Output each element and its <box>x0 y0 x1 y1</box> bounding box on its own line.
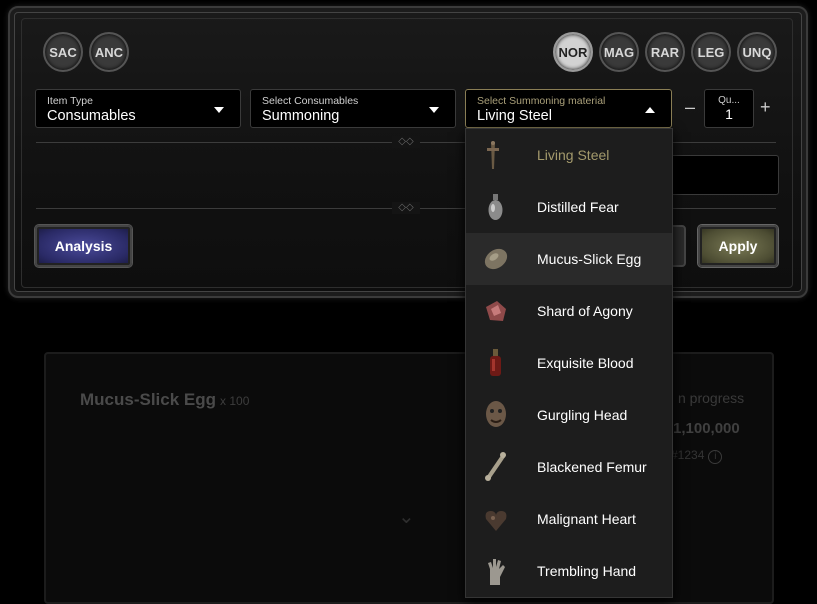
quantity-label: Qu... <box>718 95 740 106</box>
dropdown-option[interactable]: Distilled Fear <box>466 181 672 233</box>
rarity-mag-button[interactable]: MAG <box>599 32 639 72</box>
caret-down-icon <box>429 107 439 113</box>
rarity-anc-button[interactable]: ANC <box>89 32 129 72</box>
malignant-heart-icon <box>485 511 507 531</box>
card-progress: n progress <box>678 390 745 406</box>
mucus-slick-egg-icon <box>484 248 508 270</box>
card-price: 1,100,000 <box>673 420 740 437</box>
material-select[interactable]: Select Summoning material Living Steel <box>465 89 672 128</box>
divider-ornament-icon: ◇◇ <box>392 202 420 214</box>
option-label: Gurgling Head <box>537 407 628 423</box>
trembling-hand-icon <box>488 559 505 585</box>
item-type-value: Consumables <box>47 108 136 124</box>
material-value: Living Steel <box>477 108 552 124</box>
option-label: Shard of Agony <box>537 303 633 319</box>
option-label: Living Steel <box>537 147 610 163</box>
option-label: Blackened Femur <box>537 459 647 475</box>
dropdown-option[interactable]: Living Steel <box>466 129 672 181</box>
option-label: Trembling Hand <box>537 563 637 579</box>
rarity-sac-button[interactable]: SAC <box>43 32 83 72</box>
option-label: Mucus-Slick Egg <box>537 251 642 267</box>
rarity-rar-button[interactable]: RAR <box>645 32 685 72</box>
living-steel-icon <box>487 141 499 169</box>
analysis-button[interactable]: Analysis <box>35 225 132 267</box>
quantity-stepper[interactable]: Qu... <box>704 89 754 128</box>
dropdown-option[interactable]: Malignant Heart <box>466 493 672 545</box>
option-label: Malignant Heart <box>537 511 636 527</box>
consumables-value: Summoning <box>262 108 340 124</box>
dropdown-option[interactable]: Gurgling Head <box>466 389 672 441</box>
apply-button[interactable]: Apply <box>698 225 778 267</box>
dropdown-option[interactable]: Blackened Femur <box>466 441 672 493</box>
quantity-input[interactable] <box>709 106 749 122</box>
consumables-select[interactable]: Select Consumables Summoning <box>250 89 456 128</box>
card-count: x 100 <box>220 394 250 408</box>
divider-ornament-icon: ◇◇ <box>392 136 420 148</box>
material-dropdown: Living Steel Distilled Fear Mucus-Slick … <box>465 128 673 598</box>
blackened-femur-icon <box>485 452 506 481</box>
gurgling-head-icon <box>486 401 506 427</box>
material-label: Select Summoning material <box>477 95 606 107</box>
rarity-leg-button[interactable]: LEG <box>691 32 731 72</box>
quantity-decrement-button[interactable]: – <box>685 97 695 118</box>
option-label: Exquisite Blood <box>537 355 634 371</box>
dropdown-option[interactable]: Exquisite Blood <box>466 337 672 389</box>
rarity-nor-button[interactable]: NOR <box>553 32 593 72</box>
rarity-unq-button[interactable]: UNQ <box>737 32 777 72</box>
info-icon[interactable]: i <box>708 450 723 464</box>
chevron-down-icon[interactable]: ⌄ <box>398 504 415 529</box>
shard-of-agony-icon <box>486 301 506 321</box>
caret-up-icon <box>645 107 655 113</box>
card-title: Mucus-Slick Egg x 100 <box>80 390 250 409</box>
quantity-increment-button[interactable]: + <box>760 97 771 118</box>
option-label: Distilled Fear <box>537 199 619 215</box>
item-type-select[interactable]: Item Type Consumables <box>35 89 241 128</box>
card-code: #1234 i <box>671 448 723 464</box>
item-type-label: Item Type <box>47 95 93 107</box>
dropdown-option[interactable]: Trembling Hand <box>466 545 672 597</box>
consumables-label: Select Consumables <box>262 95 359 107</box>
exquisite-blood-icon <box>490 349 501 376</box>
dropdown-option[interactable]: Shard of Agony <box>466 285 672 337</box>
distilled-fear-icon <box>488 194 503 220</box>
dropdown-option[interactable]: Mucus-Slick Egg <box>466 233 672 285</box>
caret-down-icon <box>214 107 224 113</box>
